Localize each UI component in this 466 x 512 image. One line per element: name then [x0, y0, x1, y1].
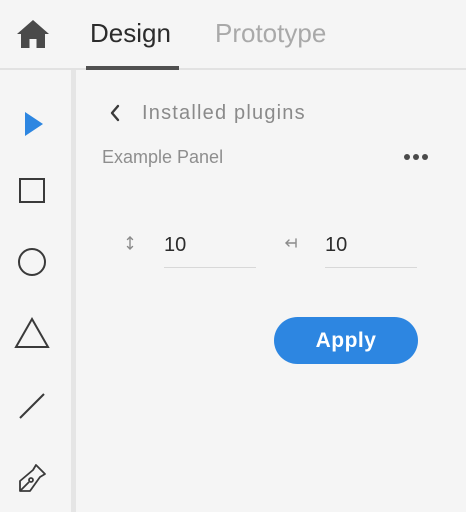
plugin-panel: Installed plugins Example Panel 10 10 Ap…	[76, 70, 466, 512]
vertical-resize-icon	[122, 233, 138, 253]
apply-button[interactable]: Apply	[274, 317, 418, 364]
line-icon[interactable]	[12, 386, 52, 426]
pen-icon[interactable]	[12, 458, 52, 498]
triangle-icon[interactable]	[12, 314, 52, 354]
arrow-left-icon	[283, 233, 299, 253]
panel-title: Example Panel	[102, 147, 224, 167]
tab-prototype[interactable]: Prototype	[215, 18, 326, 48]
tools-sidebar	[0, 70, 73, 512]
select-arrow-icon[interactable]	[12, 104, 52, 144]
home-icon[interactable]	[16, 19, 50, 49]
more-horizontal-icon[interactable]	[401, 150, 433, 164]
vertical-value-field	[164, 228, 256, 268]
horizontal-value-input[interactable]	[325, 228, 417, 262]
top-header: Design Prototype	[0, 0, 466, 70]
horizontal-value-field	[325, 228, 417, 268]
chevron-left-icon[interactable]	[106, 102, 124, 124]
vertical-value-input[interactable]	[164, 228, 256, 262]
breadcrumb[interactable]: Installed plugins	[142, 102, 306, 124]
ellipse-icon[interactable]	[12, 242, 52, 282]
tab-design[interactable]: Design	[90, 18, 171, 48]
rectangle-icon[interactable]	[12, 170, 52, 210]
